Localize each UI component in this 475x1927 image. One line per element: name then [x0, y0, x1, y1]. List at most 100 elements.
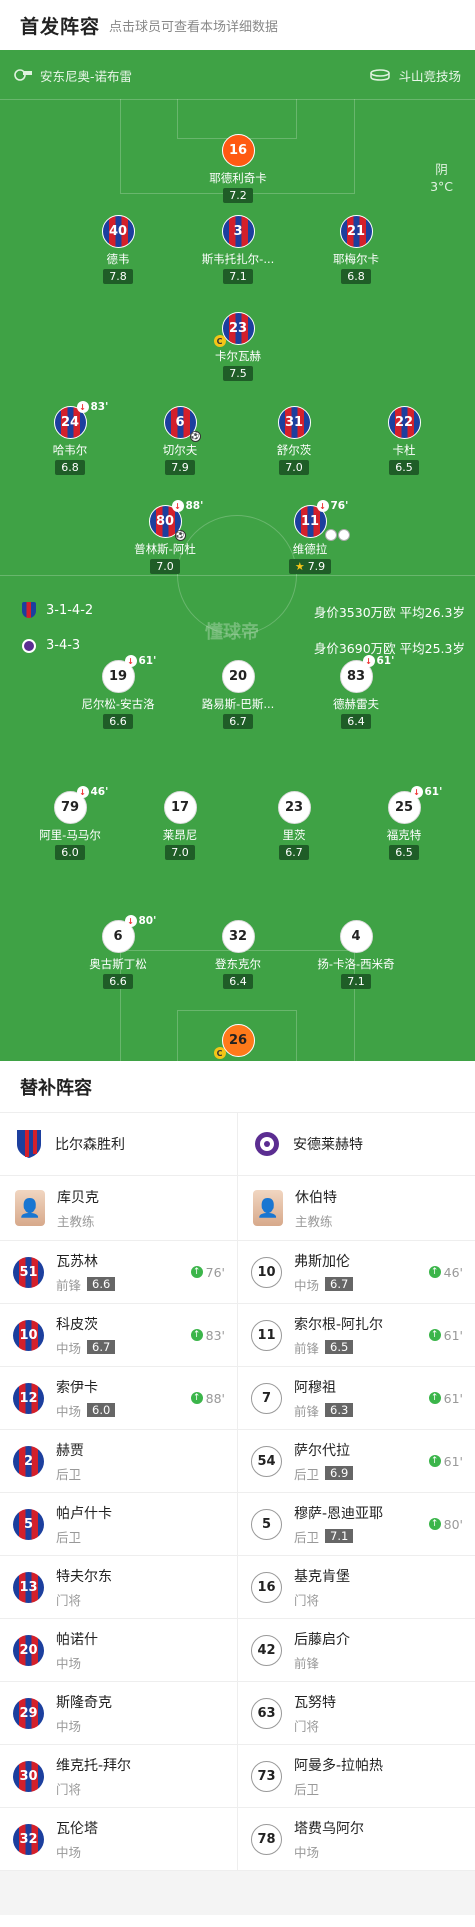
player[interactable]: 24 ↓ 83' 哈韦尔 6.8 — [10, 401, 130, 475]
home-sub-player[interactable]: 32 瓦伦塔 中场 — [0, 1808, 238, 1870]
home-sub-player[interactable]: 30 维克托-拜尔 门将 — [0, 1745, 238, 1807]
sub-position-line: 前锋 — [294, 1653, 350, 1672]
home-sub-player[interactable]: 2 赫贾 后卫 — [0, 1430, 238, 1492]
sub-off-badge: ↓ 76' — [316, 500, 348, 512]
home-sub-player[interactable]: 51 瓦苏林 前锋 6.6 ↑ 76' — [0, 1241, 238, 1303]
home-sub-player[interactable]: 12 索伊卡 中场 6.0 ↑ 88' — [0, 1367, 238, 1429]
player[interactable]: 4 扬-卡洛-西米奇 7.1 — [296, 920, 416, 989]
player-name: 耶德利奇卡 — [209, 171, 267, 185]
sub-rating: 6.7 — [87, 1340, 116, 1354]
player-rating: 6.8 — [55, 460, 85, 475]
home-sub-player[interactable]: 10 科皮茨 中场 6.7 ↑ 83' — [0, 1304, 238, 1366]
sub-minute: 61' — [138, 655, 157, 667]
away-sub-player[interactable]: 7 阿穆祖 前锋 6.3 ↑ 61' — [238, 1367, 475, 1429]
home-coach[interactable]: 👤 库贝克 主教练 — [0, 1176, 238, 1240]
sub-position: 中场 — [56, 1718, 82, 1734]
sub-on-icon: ↑ — [428, 1518, 441, 1530]
sub-off-icon: ↓ — [362, 655, 375, 667]
away-sub-player[interactable]: 42 后藤启介 前锋 — [238, 1619, 475, 1681]
player[interactable]: 16 耶德利奇卡 7.2 — [178, 134, 298, 203]
player[interactable]: 20 路易斯-巴斯... 6.7 — [178, 660, 298, 729]
player-number: 23 — [277, 791, 311, 824]
away-sub-player[interactable]: 10 弗斯加伦 中场 6.7 ↑ 46' — [238, 1241, 475, 1303]
player[interactable]: 32 登东克尔 6.4 — [178, 920, 298, 989]
away-value-text: 身价3690万欧 — [313, 641, 396, 656]
player[interactable]: 83 ↓ 61' 德赫雷夫 6.4 — [296, 655, 416, 729]
player-rating: 7.8 — [103, 269, 133, 284]
home-coach-role: 主教练 — [57, 1213, 95, 1229]
player[interactable]: 40 德韦 7.8 — [58, 215, 178, 284]
stadium-name: 斗山竞技场 — [398, 68, 461, 84]
sub-position-line: 前锋 6.5 — [294, 1338, 383, 1357]
sub-name: 索尔根-阿扎尔 — [294, 1316, 384, 1333]
sub-on-time: ↑ 76' — [190, 1265, 225, 1280]
away-sub-player[interactable]: 63 瓦努特 门将 — [238, 1682, 475, 1744]
player[interactable]: 80 ⚽ ↓ 88' 普林斯-阿杜 7.0 — [105, 500, 225, 574]
whistle-icon — [14, 69, 32, 81]
weather: 阴 3°C — [430, 161, 453, 195]
sub-off-badge: ↓ 80' — [124, 915, 156, 927]
sub-off-icon: ↓ — [410, 786, 423, 798]
sub-number: 10 — [13, 1319, 44, 1351]
home-sub-player[interactable]: 5 帕卢什卡 后卫 — [0, 1493, 238, 1555]
sub-number: 5 — [251, 1508, 282, 1540]
sub-number: 5 — [13, 1508, 44, 1540]
away-sub-player[interactable]: 78 塔费乌阿尔 中场 — [238, 1808, 475, 1870]
player-rating: 6.5 — [389, 460, 419, 475]
player[interactable]: 11 ↓ 76' 维德拉 ★ 7.9 — [250, 500, 370, 574]
away-coach[interactable]: 👤 休伯特 主教练 — [238, 1176, 475, 1240]
sub-name: 基克肯堡 — [294, 1568, 350, 1585]
player[interactable]: 23 里茨 6.7 — [234, 791, 354, 860]
away-sub-player[interactable]: 54 萨尔代拉 后卫 6.9 ↑ 61' — [238, 1430, 475, 1492]
lineup-header: 首发阵容 点击球员可查看本场详细数据 — [0, 0, 475, 50]
captain-icon: C — [213, 1047, 226, 1059]
home-sub-player[interactable]: 13 特夫尔东 门将 — [0, 1556, 238, 1618]
home-value: 身价3530万欧 平均26.3岁 — [314, 602, 465, 621]
away-sub-player[interactable]: 73 阿曼多-拉帕热 后卫 — [238, 1745, 475, 1807]
player[interactable]: 6 ↓ 80' 奥古斯丁松 6.6 — [58, 915, 178, 989]
player[interactable]: 21 耶梅尔卡 6.8 — [296, 215, 416, 284]
sub-row: 32 瓦伦塔 中场 78 塔费乌阿尔 中场 — [0, 1808, 475, 1871]
rating-value: 6.5 — [395, 461, 413, 474]
sub-on-minute: 88' — [205, 1390, 225, 1406]
watermark-logo: 懂球帝 — [205, 622, 259, 643]
home-sub-player[interactable]: 29 斯隆奇克 中场 — [0, 1682, 238, 1744]
sub-number: 12 — [13, 1382, 44, 1414]
sub-row: 13 特夫尔东 门将 16 基克肯堡 门将 — [0, 1556, 475, 1619]
sub-name: 赫贾 — [56, 1442, 84, 1459]
sub-position-line: 中场 — [294, 1842, 364, 1861]
player[interactable]: 19 ↓ 61' 尼尔松-安古洛 6.6 — [58, 655, 178, 729]
home-sub-player[interactable]: 20 帕诺什 中场 — [0, 1619, 238, 1681]
player[interactable]: 26C库塞曼斯7.8 — [178, 1024, 298, 1061]
player[interactable]: 6 ⚽ 切尔夫 7.9 — [120, 406, 240, 475]
sub-name: 瓦努特 — [294, 1694, 336, 1711]
player-rating: 7.5 — [223, 366, 253, 381]
sub-off-icon: ↓ — [124, 915, 137, 927]
player[interactable]: 31 舒尔茨 7.0 — [234, 406, 354, 475]
player[interactable]: 23 C 卡尔瓦赫 7.5 — [178, 312, 298, 381]
player[interactable]: 25 ↓ 61' 福克特 6.5 — [344, 786, 464, 860]
player[interactable]: 22 卡杜 6.5 — [344, 406, 464, 475]
weather-desc: 阴 — [435, 162, 448, 177]
sub-position-line: 后卫 7.1 — [294, 1527, 383, 1546]
sub-row: 10 科皮茨 中场 6.7 ↑ 83' 11 索尔根-阿扎尔 前锋 6.5 ↑ 61' — [0, 1304, 475, 1367]
rating-value: 6.8 — [61, 461, 79, 474]
away-sub-player[interactable]: 16 基克肯堡 门将 — [238, 1556, 475, 1618]
player[interactable]: 3 斯韦托扎尔-... 7.1 — [178, 215, 298, 284]
teams-row: 比尔森胜利 安德莱赫特 — [0, 1113, 475, 1176]
player-number: 32 — [221, 920, 255, 953]
away-sub-player[interactable]: 5 穆萨-恩迪亚耶 后卫 7.1 ↑ 80' — [238, 1493, 475, 1555]
sub-row: 5 帕卢什卡 后卫 5 穆萨-恩迪亚耶 后卫 7.1 ↑ 80' — [0, 1493, 475, 1556]
home-team[interactable]: 比尔森胜利 — [0, 1113, 238, 1175]
sub-number: 73 — [251, 1760, 282, 1792]
player[interactable]: 17 莱昂尼 7.0 — [120, 791, 240, 860]
away-team[interactable]: 安德莱赫特 — [238, 1113, 475, 1175]
player[interactable]: 79 ↓ 46' 阿里-马马尔 6.0 — [10, 786, 130, 860]
sub-info: 阿穆祖 前锋 6.3 — [294, 1377, 354, 1420]
rating-value: 6.7 — [285, 846, 303, 859]
lineup-title: 首发阵容 — [20, 15, 101, 38]
away-sub-player[interactable]: 11 索尔根-阿扎尔 前锋 6.5 ↑ 61' — [238, 1304, 475, 1366]
sub-number: 20 — [13, 1634, 44, 1666]
player-name: 舒尔茨 — [276, 443, 312, 457]
sub-name: 斯隆奇克 — [56, 1694, 112, 1711]
